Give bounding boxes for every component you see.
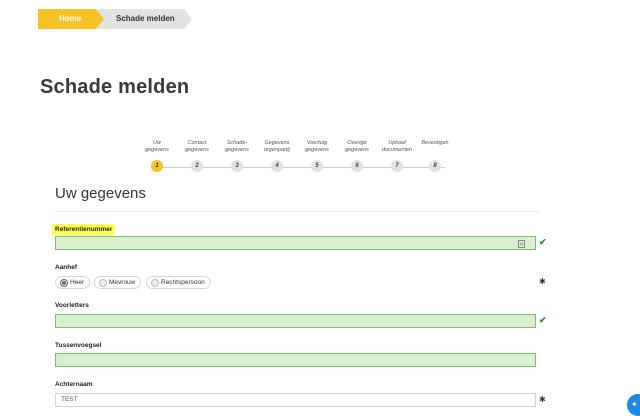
radio-unselected-icon <box>151 279 159 287</box>
voorletters-value: . <box>61 317 63 324</box>
radio-heer[interactable]: Heer <box>55 276 91 289</box>
tussenvoegsel-label: Tussenvoegsel <box>55 342 102 349</box>
radio-mevrouw[interactable]: Mevrouw <box>94 276 142 289</box>
step-label: Gegevens tegenpartij <box>264 140 290 153</box>
aanhef-label: Aanhef <box>55 264 78 271</box>
referentienummer-input[interactable]: ▤ <box>55 236 536 250</box>
breadcrumb-home-link[interactable]: Home <box>38 9 96 29</box>
step-3[interactable]: Schade- gegevens 3 <box>215 140 259 172</box>
step-number: 6 <box>351 160 363 172</box>
required-icon: ✱ <box>539 277 546 286</box>
step-2[interactable]: Contact gegevens 2 <box>175 140 219 172</box>
step-label: Contact gegevens <box>185 140 209 153</box>
radio-unselected-icon <box>99 279 107 287</box>
valid-check-icon: ✔ <box>539 315 547 325</box>
step-label: Bevestigen <box>421 140 449 146</box>
section-title: Uw gegevens <box>55 185 146 202</box>
step-number: 8 <box>429 160 441 172</box>
step-number: 2 <box>191 160 203 172</box>
step-6[interactable]: Overige gegevens 6 <box>335 140 379 172</box>
step-number: 5 <box>311 160 323 172</box>
step-label: Voertuig gegevens <box>305 140 329 153</box>
page-title: Schade melden <box>40 76 190 98</box>
step-label: Overige gegevens <box>345 140 369 153</box>
radio-label: Mevrouw <box>109 279 136 286</box>
radio-rechtspersoon[interactable]: Rechtspersoon <box>146 276 211 289</box>
breadcrumb-current: Schade melden <box>98 9 184 29</box>
chat-help-button[interactable]: ✦ <box>627 394 640 416</box>
chat-icon: ✦ <box>631 400 638 409</box>
step-number: 3 <box>231 160 243 172</box>
referentienummer-label: Referentienummer <box>52 224 116 235</box>
step-5[interactable]: Voertuig gegevens 5 <box>295 140 339 172</box>
step-number: 1 <box>151 160 163 172</box>
step-8[interactable]: Bevestigen 8 <box>413 140 457 172</box>
step-label: Schade- gegevens <box>225 140 249 153</box>
id-card-icon: ▤ <box>518 240 525 248</box>
required-icon: ✱ <box>539 395 546 404</box>
radio-label: Rechtspersoon <box>161 279 205 286</box>
breadcrumb-arrow <box>96 9 104 29</box>
achternaam-value: TEST <box>61 396 78 403</box>
valid-check-icon: ✔ <box>539 237 547 247</box>
radio-selected-icon <box>60 279 68 287</box>
tussenvoegsel-input[interactable] <box>55 353 536 367</box>
breadcrumb-arrow <box>184 9 192 29</box>
achternaam-input[interactable]: TEST <box>55 393 536 407</box>
step-4[interactable]: Gegevens tegenpartij 4 <box>255 140 299 172</box>
radio-label: Heer <box>70 279 85 286</box>
step-1[interactable]: Uw gegevens 1 <box>135 140 179 172</box>
voorletters-input[interactable]: . <box>55 314 536 328</box>
voorletters-label: Voorletters <box>55 302 89 309</box>
step-number: 7 <box>391 160 403 172</box>
step-label: Uw gegevens <box>145 140 169 153</box>
step-number: 4 <box>271 160 283 172</box>
divider <box>55 211 540 212</box>
progress-stepper: Uw gegevens 1 Contact gegevens 2 Schade-… <box>135 140 465 180</box>
achternaam-label: Achternaam <box>55 381 93 388</box>
